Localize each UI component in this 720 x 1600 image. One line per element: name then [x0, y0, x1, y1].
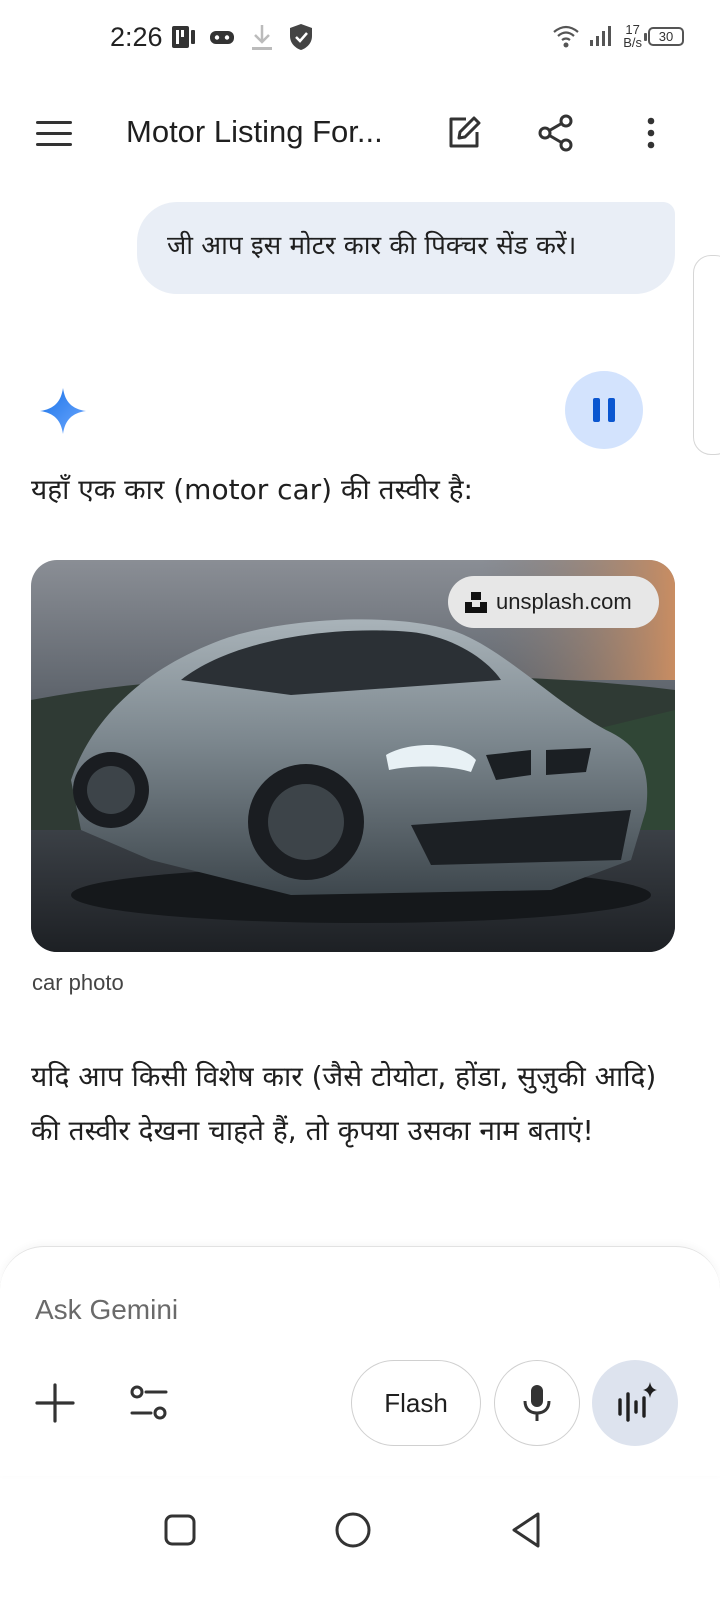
net-speed: 17 B/s — [623, 23, 642, 49]
menu-button[interactable] — [30, 110, 80, 156]
battery-indicator: 30 — [644, 26, 684, 46]
image-source-chip[interactable]: unsplash.com — [448, 576, 659, 628]
nav-back-button[interactable] — [496, 1500, 556, 1560]
unsplash-icon — [465, 592, 487, 613]
chat-title[interactable]: Motor Listing For... — [126, 114, 383, 150]
nav-recents-button[interactable] — [150, 1500, 210, 1560]
top-app-bar: Motor Listing For... — [0, 90, 720, 176]
image-source-label: unsplash.com — [496, 589, 632, 614]
signal-icon — [590, 26, 612, 46]
ask-gemini-input[interactable] — [35, 1290, 535, 1330]
input-panel — [0, 1246, 720, 1476]
pause-icon — [593, 398, 600, 422]
status-time: 2:26 — [110, 22, 163, 52]
model-selector-button[interactable]: Flash — [351, 1360, 481, 1446]
nav-home-icon — [335, 1512, 371, 1548]
status-bar: 2:26 17 B/s 30 — [0, 0, 720, 80]
gemini-star-icon — [40, 388, 86, 434]
live-button[interactable] — [592, 1360, 678, 1446]
response-intro: यहाँ एक कार (motor car) की तस्वीर है: — [31, 473, 473, 506]
download-icon — [252, 25, 272, 50]
wifi-icon — [553, 25, 579, 48]
system-nav-bar — [0, 1480, 720, 1600]
user-message-bubble[interactable]: जी आप इस मोटर कार की पिक्चर सेंड करें। — [137, 202, 675, 294]
side-panel-edge[interactable] — [693, 255, 720, 455]
edit-icon[interactable] — [441, 110, 487, 156]
pause-button[interactable] — [565, 371, 643, 449]
net-speed-unit: B/s — [623, 35, 642, 50]
mic-icon — [523, 1385, 551, 1421]
share-icon[interactable] — [533, 110, 579, 156]
live-icon — [618, 1382, 657, 1422]
nav-recents-icon — [164, 1514, 196, 1546]
mic-button[interactable] — [494, 1360, 580, 1446]
menu-icon — [36, 120, 72, 124]
tools-icon[interactable] — [126, 1381, 172, 1425]
nav-home-button[interactable] — [323, 1500, 383, 1560]
game-controller-icon — [210, 31, 234, 44]
image-caption: car photo — [32, 970, 124, 995]
more-vert-icon[interactable] — [628, 110, 674, 156]
nav-back-icon — [512, 1512, 540, 1548]
response-text: यदि आप किसी विशेष कार (जैसे टोयोटा, होंड… — [31, 1060, 657, 1147]
shield-icon — [290, 24, 312, 50]
plus-icon[interactable] — [33, 1381, 77, 1425]
notification-app-icon — [172, 26, 195, 48]
